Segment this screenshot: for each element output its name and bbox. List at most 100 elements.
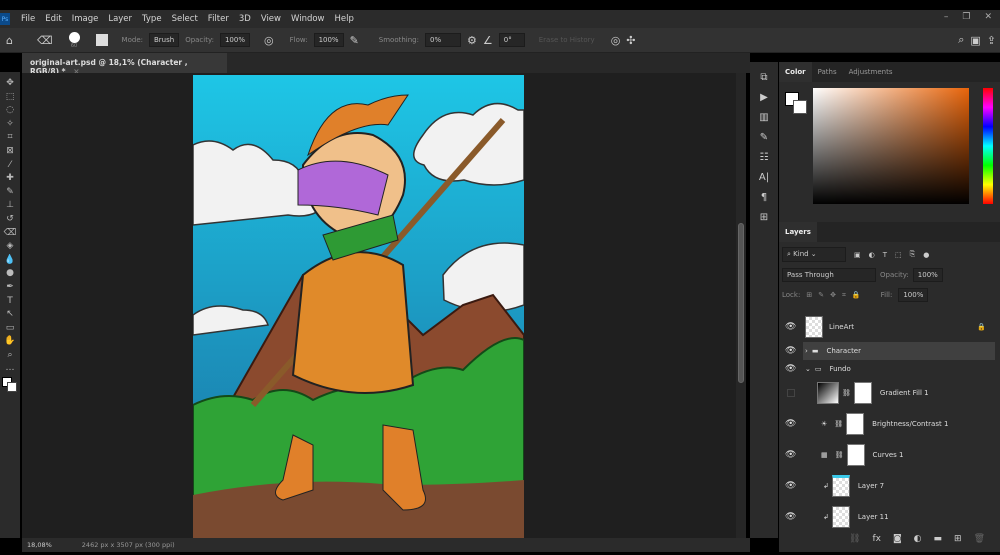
layer-gradient-fill[interactable]: ⛓ Gradient Fill 1 [779,378,1000,408]
menu-view[interactable]: View [261,14,281,24]
minimize-button[interactable]: – [944,12,949,22]
layer-opacity-input[interactable]: 100% [912,268,943,282]
bucket-tool-icon[interactable]: ◈ [7,241,14,251]
blur-tool-icon[interactable]: 💧 [4,255,15,265]
brushes-icon[interactable]: ✎ [760,132,768,143]
color-swatches[interactable] [2,377,18,393]
quick-select-tool-icon[interactable]: ✧ [6,119,14,129]
search-icon[interactable]: ⌕ [958,33,964,47]
character-icon[interactable]: A| [759,172,769,183]
filter-kind-select[interactable]: ⌕ Kind ⌄ [782,247,846,262]
history-icon[interactable]: ⧉ [760,72,767,83]
new-layer-icon[interactable]: ⊞ [954,534,962,544]
add-mask-icon[interactable]: ◙ [893,534,902,544]
airbrush-icon[interactable]: ✎ [350,34,359,47]
hand-tool-icon[interactable]: ✋ [4,336,15,346]
pen-tool-icon[interactable]: ✒ [6,282,14,292]
history-brush-tool-icon[interactable]: ↺ [6,214,14,224]
move-tool-icon[interactable]: ✥ [6,78,14,88]
filter-adjustment-icon[interactable]: ◐ [869,251,875,259]
filter-type-icon[interactable]: T [883,251,887,259]
symmetry-icon[interactable]: ✣ [626,34,635,47]
histogram-icon[interactable]: ▥ [759,112,768,123]
color-picker-field[interactable] [813,88,969,204]
menu-edit[interactable]: Edit [45,14,61,24]
new-group-icon[interactable]: ▬ [934,534,943,544]
layer-7[interactable]: 👁 ↲ Layer 7 [779,471,1000,501]
brush-settings-icon[interactable] [95,34,108,46]
brush-settings-icon[interactable]: ☷ [760,152,769,163]
menu-layer[interactable]: Layer [108,14,132,24]
hue-slider[interactable] [983,88,993,204]
tab-adjustments[interactable]: Adjustments [843,62,899,82]
menu-3d[interactable]: 3D [239,14,251,24]
foreground-background-swatch[interactable] [785,92,807,114]
visibility-eye-icon[interactable]: 👁 [785,450,796,460]
marquee-tool-icon[interactable]: ⬚ [6,92,15,102]
eraser-tool-icon[interactable]: ⌫ [37,34,53,47]
eyedropper-tool-icon[interactable]: ⁄ [9,160,11,170]
layer-curves[interactable]: 👁 ▦ ⛓ Curves 1 [779,440,1000,470]
filter-shape-icon[interactable]: ⬚ [895,251,902,259]
filter-toggle[interactable]: ● [923,251,929,259]
share-icon[interactable]: ⇪ [987,34,996,47]
glyphs-icon[interactable]: ⊞ [760,212,768,223]
erase-to-history-checkbox[interactable]: Erase to History [539,36,595,44]
visibility-eye-icon[interactable]: 👁 [785,346,796,356]
visibility-eye-icon[interactable]: 👁 [785,364,796,374]
fx-icon[interactable]: fx [872,534,881,544]
tab-layers[interactable]: Layers [779,222,817,242]
crop-tool-icon[interactable]: ⌗ [7,132,12,142]
expand-chevron-icon[interactable]: › [805,347,808,355]
lock-all-icon[interactable]: 🔒 [852,291,861,299]
zoom-tool-icon[interactable]: ⌕ [7,350,12,360]
pressure-size-icon[interactable]: ◎ [611,34,621,47]
artwork-canvas[interactable] [193,75,524,540]
lock-pixels-icon[interactable]: ✎ [818,291,824,299]
pressure-opacity-icon[interactable]: ◎ [264,34,274,47]
lasso-tool-icon[interactable]: ◌ [6,105,14,115]
blend-mode-select[interactable]: Pass Through [782,268,876,282]
menu-filter[interactable]: Filter [208,14,229,24]
visibility-eye-icon[interactable]: 👁 [785,481,796,491]
adjustment-layer-icon[interactable]: ◐ [914,534,922,544]
document-info[interactable]: 2462 px x 3507 px (300 ppi) [82,541,175,549]
eraser-tool-icon[interactable]: ⌫ [4,228,17,238]
vertical-scrollbar[interactable] [736,73,746,538]
zoom-level[interactable]: 18,08% [27,541,52,549]
lock-transparent-icon[interactable]: ⊞ [806,291,812,299]
visibility-eye-icon[interactable]: 👁 [785,512,796,522]
stamp-tool-icon[interactable]: ⊥ [6,200,14,210]
visibility-eye-icon[interactable]: 👁 [785,419,796,429]
visibility-eye-icon[interactable]: 👁 [785,322,796,332]
lock-artboard-icon[interactable]: ⌗ [842,291,846,300]
opacity-input[interactable]: 100% [219,33,250,47]
menu-help[interactable]: Help [335,14,354,24]
type-tool-icon[interactable]: T [7,296,13,306]
tab-color[interactable]: Color [779,62,812,82]
healing-tool-icon[interactable]: ✚ [6,173,14,183]
layer-lineart[interactable]: 👁 LineArt 🔒 [779,312,1000,342]
tab-paths[interactable]: Paths [812,62,843,82]
document-tab[interactable]: original-art.psd @ 18,1% (Character , RG… [22,53,227,76]
paragraph-icon[interactable]: ¶ [761,192,767,203]
actions-icon[interactable]: ▶ [760,92,768,103]
layer-11[interactable]: 👁 ↲ Layer 11 [779,502,1000,532]
workspace-icon[interactable]: ▣ [970,34,980,47]
filter-smart-object-icon[interactable]: ⎘ [910,250,916,259]
delete-layer-icon[interactable]: 🗑 [974,534,985,544]
collapse-chevron-icon[interactable]: ⌄ [805,365,811,373]
menu-file[interactable]: File [21,14,35,24]
close-button[interactable]: ✕ [984,12,992,22]
visibility-toggle-off[interactable] [787,389,795,397]
home-icon[interactable]: ⌂ [6,34,13,47]
mode-select[interactable]: Brush [148,33,180,47]
frame-tool-icon[interactable]: ⊠ [6,146,14,156]
menu-window[interactable]: Window [291,14,325,24]
menu-type[interactable]: Type [142,14,162,24]
lock-position-icon[interactable]: ✥ [830,291,836,299]
gear-icon[interactable]: ⚙ [467,34,477,47]
flow-input[interactable]: 100% [313,33,344,47]
dodge-tool-icon[interactable]: ● [6,268,14,278]
menu-select[interactable]: Select [172,14,198,24]
